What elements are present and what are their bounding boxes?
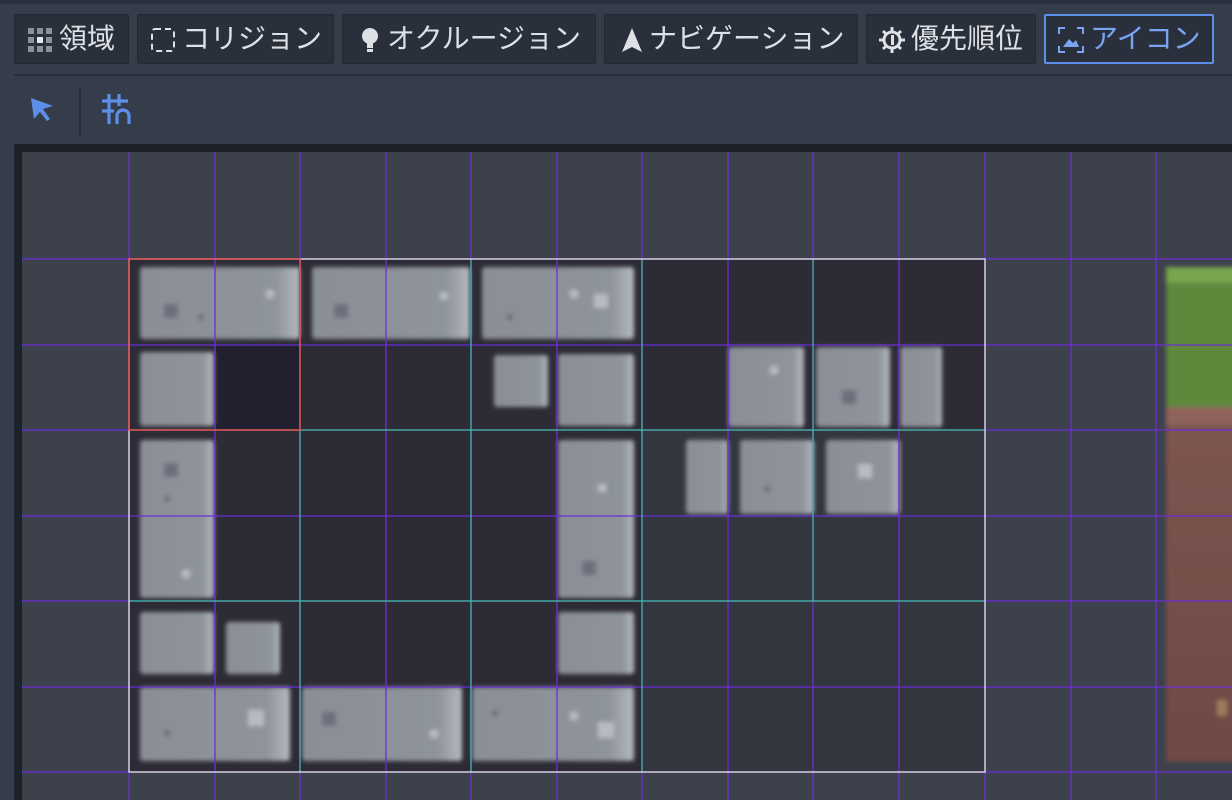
tile-sprite[interactable] (226, 622, 280, 674)
tool-separator (79, 86, 81, 136)
tab-navigation-label: ナビゲーション (649, 22, 845, 55)
tile-sprite[interactable] (558, 612, 634, 674)
tile-sprite[interactable] (816, 347, 890, 427)
tileset-viewport[interactable] (22, 152, 1232, 800)
tab-collision-label: コリジョン (182, 22, 323, 55)
tile-sprite[interactable] (482, 267, 634, 339)
selected-empty-cell (215, 345, 300, 430)
tile-sprite[interactable] (900, 347, 942, 427)
tab-occlusion-label: オクルージョン (387, 22, 582, 55)
tile-sprite[interactable] (558, 354, 634, 426)
tab-occlusion[interactable]: オクルージョン (342, 14, 596, 64)
tile-sprite[interactable] (312, 267, 470, 339)
tile-sprite[interactable] (140, 352, 214, 426)
tab-region-label: 領域 (59, 22, 116, 55)
icon-image-icon (1058, 27, 1084, 53)
priority-gear-icon (879, 27, 905, 53)
tab-icon-label: アイコン (1090, 22, 1201, 55)
tab-priority-label: 優先順位 (911, 22, 1024, 55)
tile-sprite[interactable] (140, 612, 214, 674)
grid-snap-icon[interactable] (100, 92, 136, 128)
tile-sprite[interactable] (740, 440, 814, 514)
tile-sprite[interactable] (140, 267, 300, 339)
tileset-mode-tabbar: 領域 コリジョン オクルージョン ナビゲーション 優先順位 アイコン (0, 4, 1232, 74)
editor-toolbar (0, 76, 1232, 144)
tile-sprite[interactable] (686, 440, 728, 514)
tab-icon[interactable]: アイコン (1044, 14, 1214, 64)
tile-sprite[interactable] (728, 347, 804, 427)
navigation-arrow-icon (622, 28, 642, 52)
tileset-canvas[interactable] (22, 152, 1232, 800)
tab-region[interactable]: 領域 (14, 14, 129, 64)
tab-collision[interactable]: コリジョン (137, 14, 334, 64)
tile-sprite[interactable] (494, 355, 548, 407)
region-grid-icon (28, 28, 52, 52)
grass-tile[interactable] (1166, 267, 1232, 412)
collision-square-icon (151, 28, 175, 52)
select-cursor-icon[interactable] (28, 95, 58, 125)
occlusion-bulb-icon (362, 28, 378, 52)
tab-navigation[interactable]: ナビゲーション (604, 14, 858, 64)
tab-priority[interactable]: 優先順位 (866, 14, 1036, 64)
